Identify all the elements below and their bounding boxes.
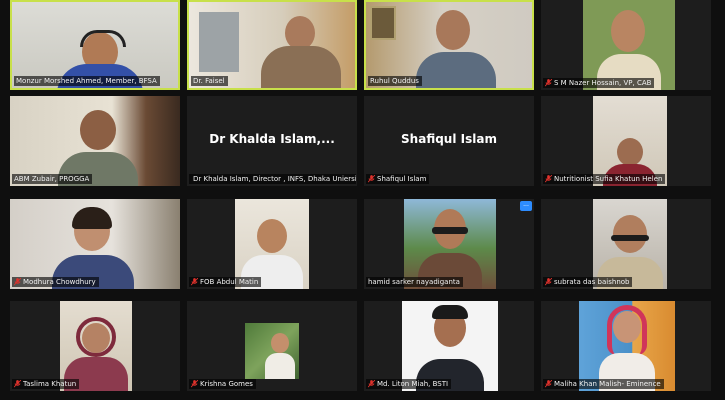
participant-tile-2[interactable]: Dr. Faisel — [187, 0, 357, 90]
participant-name-label: Md. Liton Miah, BSTI — [366, 379, 452, 389]
participant-display-name: Shafiqul Islam — [401, 132, 497, 146]
participant-name-label: Shafiqul Islam — [366, 174, 430, 184]
participant-name-label: FOB Abdul Matin — [189, 277, 262, 287]
participant-video — [60, 301, 132, 391]
participant-tile-14[interactable]: Krishna Gomes — [187, 301, 357, 391]
participant-display-name: Dr Khalda Islam,... — [209, 132, 335, 146]
muted-mic-icon — [545, 175, 552, 183]
muted-mic-icon — [368, 380, 375, 388]
muted-mic-icon — [368, 175, 375, 183]
muted-mic-icon — [545, 278, 552, 286]
participant-name-label: Dr Khalda Islam, Director , INFS, Dhaka … — [189, 174, 356, 184]
participant-name-label: subrata das baishnob — [543, 277, 633, 287]
participant-video — [402, 301, 498, 391]
participant-name-label: S M Nazer Hossain, VP, CAB — [543, 78, 655, 88]
gallery-grid: Monzur Morshed Ahmed, Member, BFSA Dr. F… — [10, 0, 720, 400]
participant-tile-4[interactable]: S M Nazer Hossain, VP, CAB — [541, 0, 711, 90]
participant-tile-6[interactable]: Dr Khalda Islam,... Dr Khalda Islam, Dir… — [187, 96, 357, 186]
participant-name-label: Maliha Khan Malish- Eminence — [543, 379, 664, 389]
participant-name-label: Krishna Gomes — [189, 379, 256, 389]
participant-tile-15[interactable]: Md. Liton Miah, BSTI — [364, 301, 534, 391]
participant-tile-13[interactable]: Taslima Khatun — [10, 301, 180, 391]
participant-video — [245, 323, 299, 379]
participant-tile-16[interactable]: Maliha Khan Malish- Eminence — [541, 301, 711, 391]
more-options-button[interactable]: ... — [520, 201, 532, 211]
participant-name-label: Monzur Morshed Ahmed, Member, BFSA — [14, 76, 160, 86]
participant-video — [10, 199, 180, 289]
participant-video — [593, 199, 667, 289]
participant-tile-7[interactable]: Shafiqul Islam Shafiqul Islam — [364, 96, 534, 186]
participant-tile-12[interactable]: subrata das baishnob — [541, 199, 711, 289]
participant-tile-9[interactable]: Modhura Chowdhury — [10, 199, 180, 289]
participant-name-label: Ruhul Quddus — [368, 76, 422, 86]
participant-video — [235, 199, 309, 289]
participant-video — [10, 96, 180, 186]
participant-name-label: ABM Zubair, PROGGA — [12, 174, 93, 184]
muted-mic-icon — [14, 380, 21, 388]
participant-video — [579, 301, 675, 391]
participant-tile-11[interactable]: ... hamid sarker nayadiganta — [364, 199, 534, 289]
muted-mic-icon — [191, 380, 198, 388]
participant-tile-1[interactable]: Monzur Morshed Ahmed, Member, BFSA — [10, 0, 180, 90]
participant-name-label: Dr. Faisel — [191, 76, 228, 86]
muted-mic-icon — [14, 278, 21, 286]
participant-tile-5[interactable]: ABM Zubair, PROGGA — [10, 96, 180, 186]
participant-video — [404, 199, 496, 289]
participant-tile-10[interactable]: FOB Abdul Matin — [187, 199, 357, 289]
participant-name-label: Taslima Khatun — [12, 379, 80, 389]
muted-mic-icon — [191, 278, 198, 286]
participant-name-label: hamid sarker nayadiganta — [366, 277, 463, 287]
participant-video — [593, 96, 667, 186]
muted-mic-icon — [545, 79, 552, 87]
participant-name-label: Nutritionist Sufia Khatun Helen — [543, 174, 666, 184]
muted-mic-icon — [545, 380, 552, 388]
participant-tile-3[interactable]: Ruhul Quddus — [364, 0, 534, 90]
participant-video — [583, 0, 675, 90]
participant-tile-8[interactable]: Nutritionist Sufia Khatun Helen — [541, 96, 711, 186]
participant-name-label: Modhura Chowdhury — [12, 277, 99, 287]
